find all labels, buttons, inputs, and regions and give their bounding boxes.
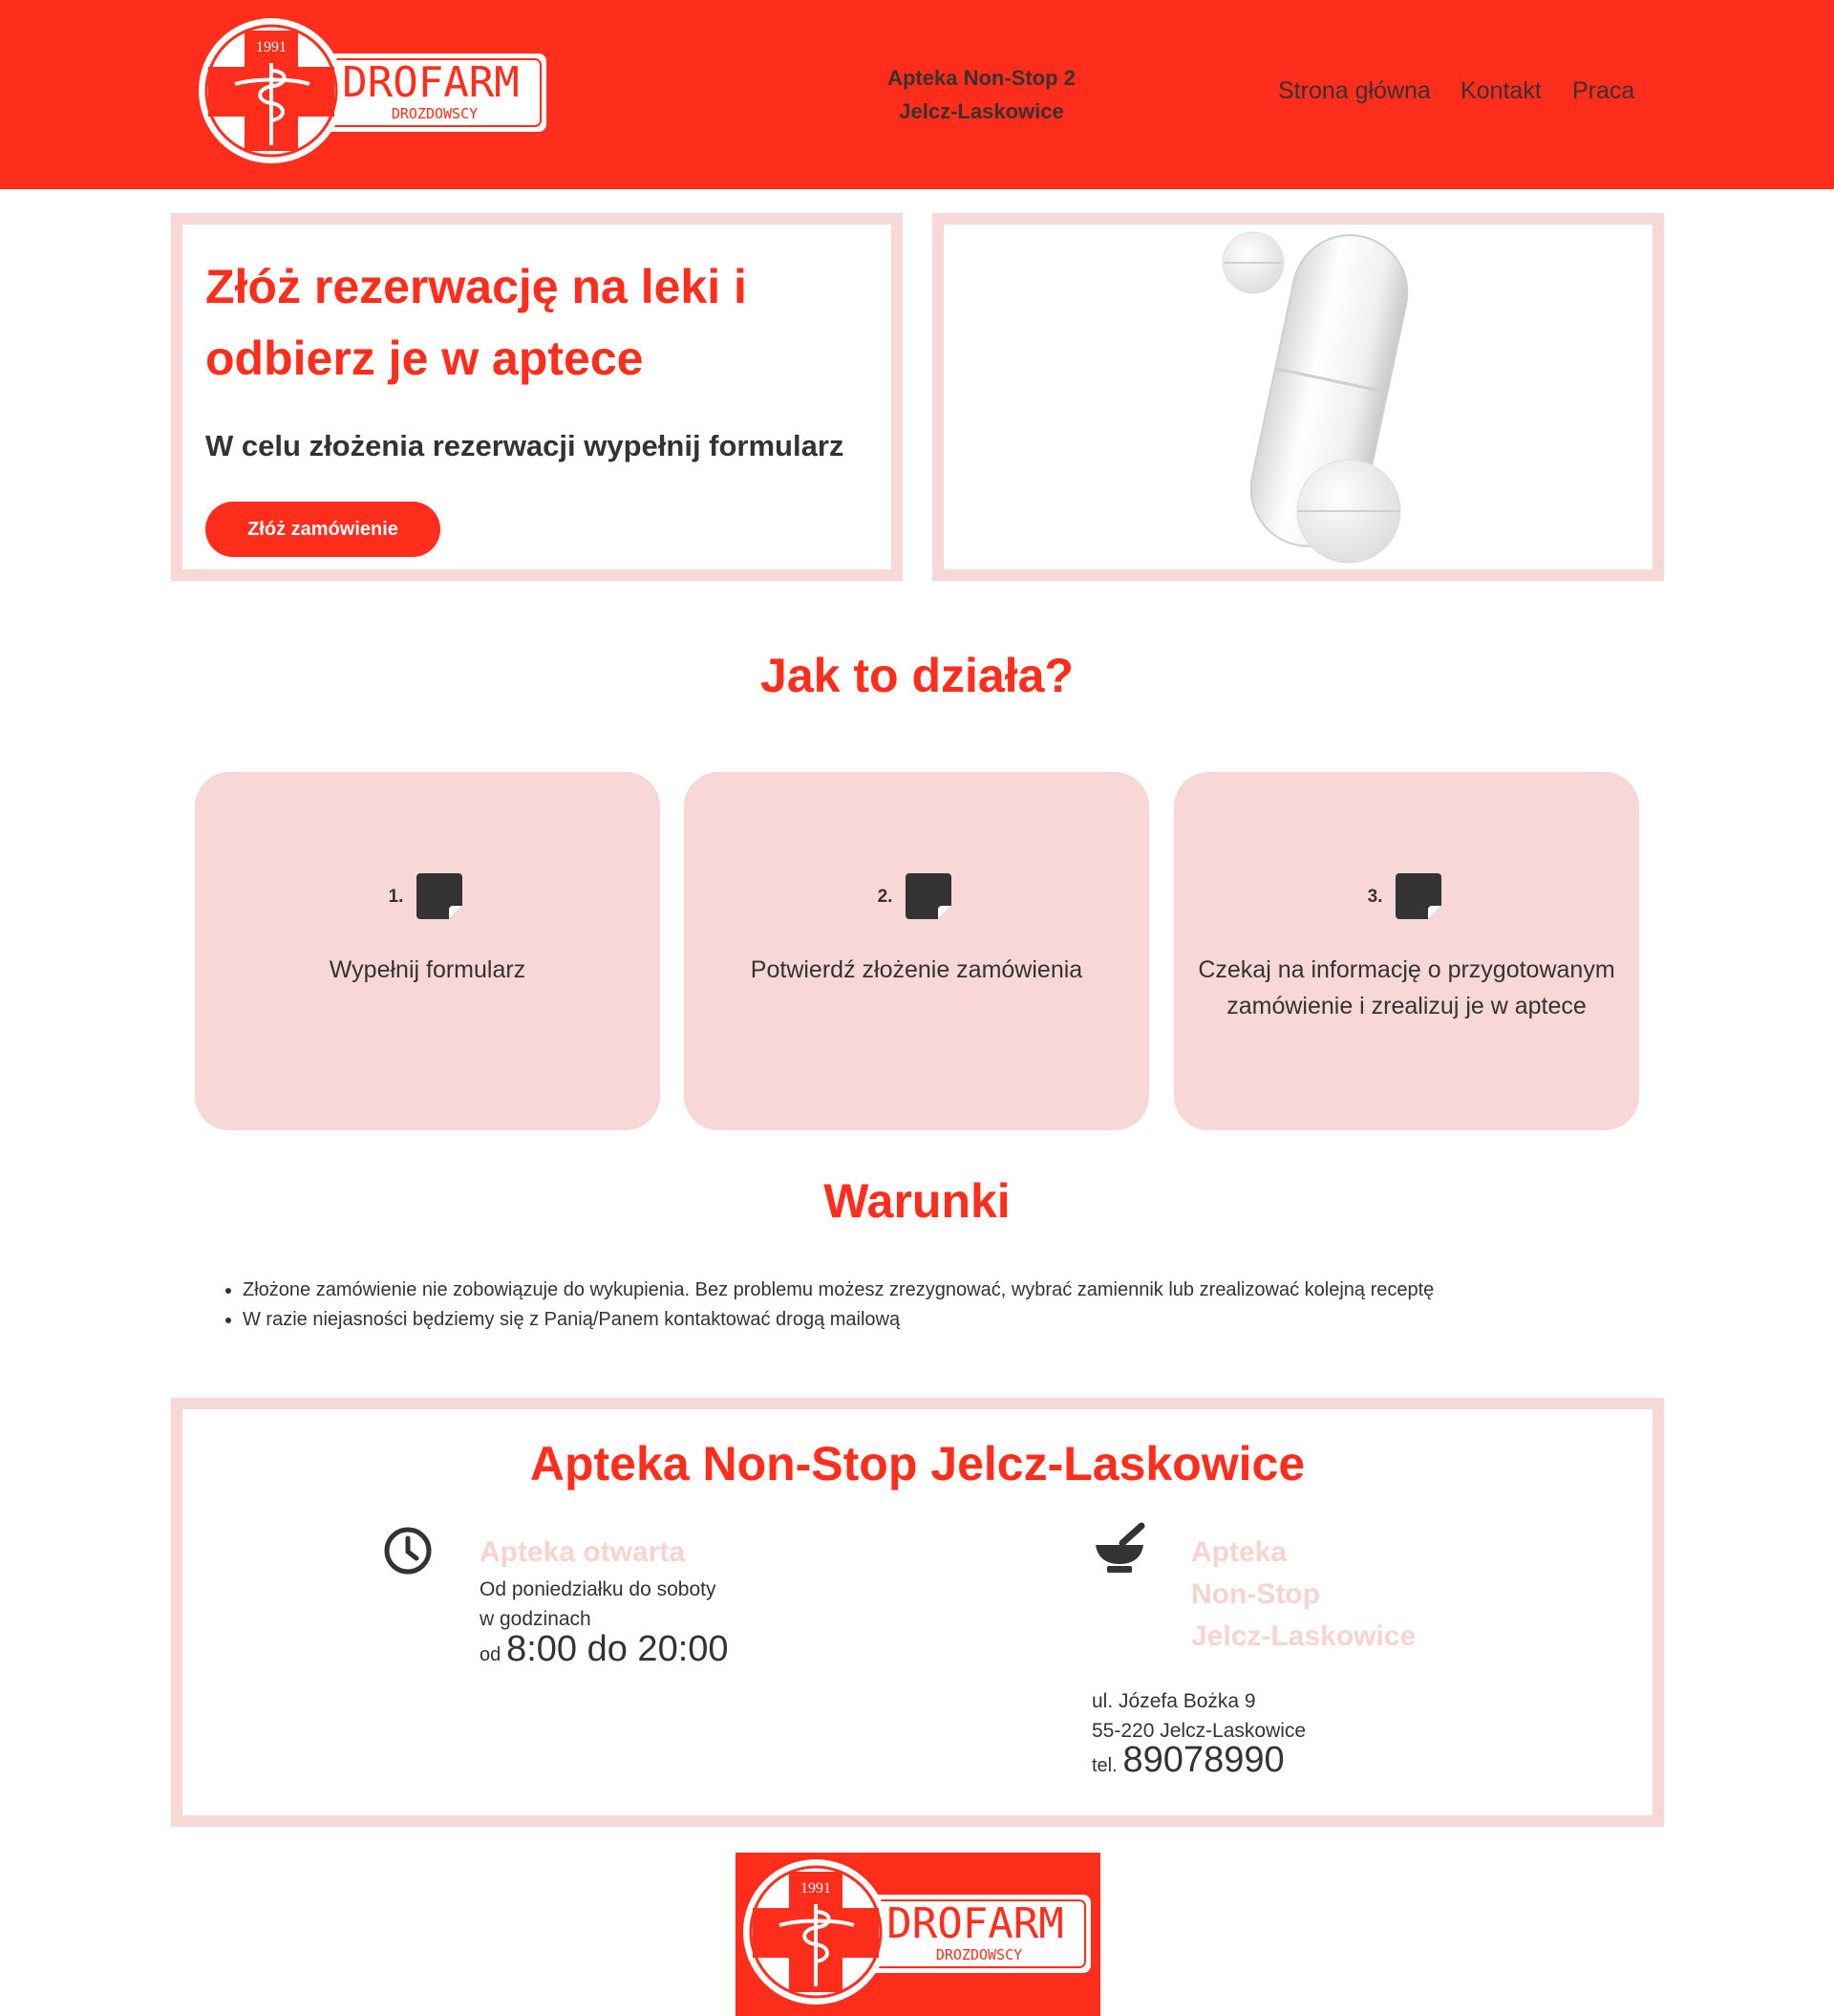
note-icon	[906, 873, 952, 919]
hero-reservation-card: Złóż rezerwację na leki i odbierz je w a…	[171, 213, 903, 581]
step-card: 1. Wypełnij formularz	[195, 772, 660, 1130]
step-number: 1.	[388, 887, 404, 907]
conditions-title: Warunki	[823, 1174, 1011, 1228]
svg-text:1991: 1991	[256, 39, 287, 55]
note-icon	[1396, 873, 1442, 919]
step-text: Wypełnij formularz	[329, 956, 526, 983]
step-header: 3.	[1174, 869, 1639, 923]
opening-hours-time: od 8:00 do 20:00	[480, 1631, 729, 1670]
opening-hours-value: 8:00 do 20:00	[506, 1629, 729, 1669]
step-number: 2.	[877, 887, 893, 907]
hero-image-card	[932, 213, 1664, 581]
phone-number[interactable]: 89078990	[1123, 1740, 1285, 1780]
pharmacy-heading-line3: Jelcz-Laskowice	[1191, 1620, 1417, 1652]
note-icon	[416, 873, 463, 919]
svg-text:DROZDOWSCY: DROZDOWSCY	[392, 105, 478, 122]
header-title-line1: Apteka Non-Stop 2	[887, 66, 1076, 90]
svg-text:DROFARM: DROFARM	[886, 1899, 1063, 1948]
pharmacy-heading-line2: Non-Stop	[1191, 1578, 1320, 1610]
list-item: W razie niejasności będziemy się z Panią…	[243, 1305, 1654, 1335]
header-title: Apteka Non-Stop 2 Jelcz-Laskowice	[860, 61, 1103, 128]
pharmacy-heading: Apteka Non-Stop Jelcz-Laskowice	[1191, 1532, 1459, 1658]
drofarm-logo-footer[interactable]: 1991 DROFARM DROZDOWSCY	[741, 1858, 1097, 2005]
opening-days: Od poniedziałku do soboty	[480, 1578, 716, 1600]
footer-logo-box: 1991 DROFARM DROZDOWSCY	[736, 1853, 1100, 2016]
step-card: 2. Potwierdź złożenie zamówienia	[684, 772, 1149, 1130]
svg-text:DROFARM: DROFARM	[342, 58, 519, 107]
clock-icon	[384, 1527, 432, 1575]
pills-image	[1222, 231, 1409, 564]
opening-hours-heading: Apteka otwarta	[480, 1536, 686, 1568]
hero-subtitle: W celu złożenia rezerwacji wypełnij form…	[205, 429, 844, 462]
place-order-button[interactable]: Złóż zamówienie	[205, 502, 440, 557]
how-it-works-title: Jak to działa?	[760, 649, 1074, 702]
svg-text:DROZDOWSCY: DROZDOWSCY	[936, 1946, 1022, 1963]
site-header: 1991 DROFARM DROZDOWSCY Apteka Non-Stop …	[0, 0, 1834, 189]
nav-contact-link[interactable]: Kontakt	[1461, 77, 1542, 105]
step-number: 3.	[1367, 887, 1383, 907]
pharmacy-info-title: Apteka Non-Stop Jelcz-Laskowice	[529, 1437, 1306, 1491]
step-header: 2.	[684, 869, 1149, 923]
nav-home-link[interactable]: Strona główna	[1278, 77, 1431, 105]
list-item: Złożone zamówienie nie zobowiązuje do wy…	[243, 1276, 1654, 1305]
nav-jobs-link[interactable]: Praca	[1572, 77, 1634, 105]
drofarm-logo[interactable]: 1991 DROFARM DROZDOWSCY	[197, 17, 552, 164]
pharmacy-info-card: Apteka Non-Stop Jelcz-Laskowice Apteka o…	[171, 1398, 1664, 1827]
step-text: Potwierdź złożenie zamówienia	[750, 956, 1083, 983]
pharmacy-heading-line1: Apteka	[1191, 1536, 1288, 1568]
step-text: Czekaj na informację o przygotowanym zam…	[1198, 956, 1615, 1019]
phone-prefix: tel.	[1092, 1755, 1118, 1776]
step-card: 3. Czekaj na informację o przygotowanym …	[1174, 772, 1639, 1130]
svg-text:1991: 1991	[800, 1880, 831, 1897]
step-header: 1.	[195, 869, 660, 923]
conditions-list: Złożone zamówienie nie zobowiązuje do wy…	[222, 1276, 1654, 1335]
pharmacy-street: ul. Józefa Bożka 9	[1092, 1690, 1256, 1712]
opening-hours-prefix: od	[480, 1644, 501, 1665]
mortar-pestle-icon	[1096, 1522, 1145, 1573]
pharmacy-phone[interactable]: tel. 89078990	[1092, 1742, 1285, 1781]
hero-title: Złóż rezerwację na leki i odbierz je w a…	[205, 260, 747, 385]
header-title-line2: Jelcz-Laskowice	[899, 99, 1064, 123]
